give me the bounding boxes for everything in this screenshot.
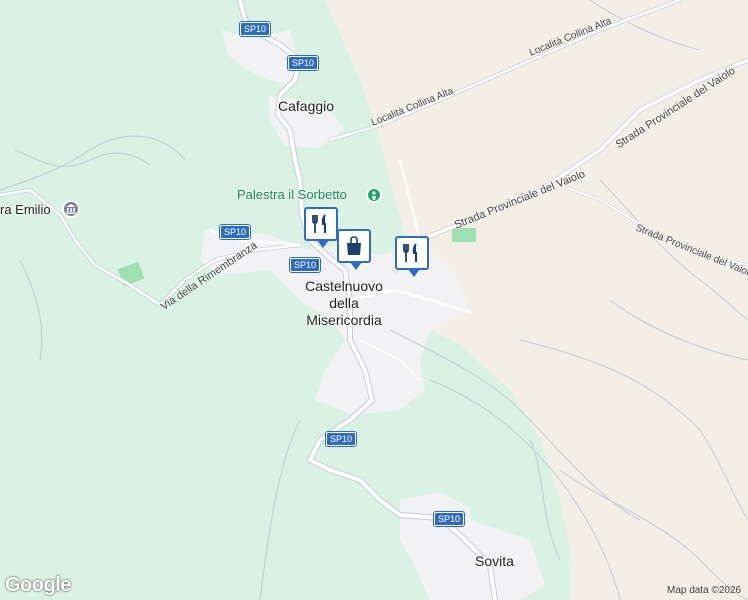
place-label-castelnuovo: Castelnuovo della Misericordia (305, 278, 383, 328)
route-shield-sp10: SP10 (290, 258, 321, 272)
fitness-icon[interactable] (366, 187, 382, 203)
route-shield-sp10: SP10 (240, 22, 271, 36)
google-logo[interactable]: Google (5, 574, 71, 597)
restaurant-pin[interactable] (395, 236, 429, 277)
route-shield-sp10: SP10 (434, 512, 465, 526)
route-shield-sp10: SP10 (220, 225, 251, 239)
place-label-emilio: ra Emilio (0, 202, 51, 217)
shopping-pin[interactable] (337, 229, 371, 270)
route-shield-sp10: SP10 (326, 432, 357, 446)
restaurant-icon (312, 214, 326, 233)
route-shield-sp10: SP10 (288, 56, 319, 70)
shopping-bag-icon (347, 236, 361, 255)
park-area-2 (452, 228, 476, 242)
poi-label-palestra[interactable]: Palestra il Sorbetto (237, 187, 347, 202)
map-data-credit[interactable]: Map data ©2026 (667, 585, 741, 596)
restaurant-icon (403, 243, 417, 262)
place-label-sovita: Sovita (475, 553, 514, 569)
restaurant-pin[interactable] (304, 207, 338, 248)
museum-icon[interactable] (62, 200, 80, 218)
place-label-cafaggio: Cafaggio (278, 98, 335, 114)
